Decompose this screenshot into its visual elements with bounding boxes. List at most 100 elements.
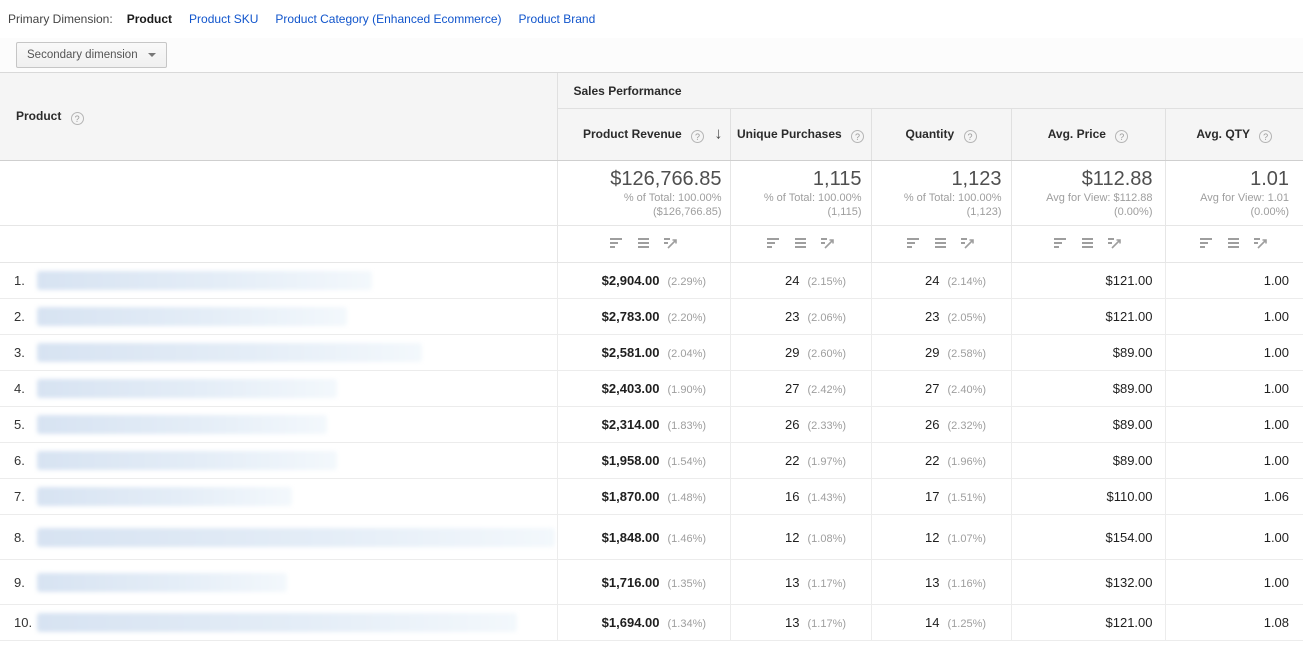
revenue-cell: $2,581.00(2.04%) [557, 335, 730, 371]
unique-purchases-cell: 24(2.15%) [730, 263, 871, 299]
primary-dimension-bar: Primary Dimension: ProductProduct SKUPro… [0, 0, 1303, 38]
primary-dimension-option-1[interactable]: Product SKU [189, 12, 258, 26]
redacted-product-name[interactable] [37, 613, 517, 632]
product-cell: 9. [0, 560, 557, 605]
total-unique-sub2: (1,115) [731, 205, 862, 219]
total-revenue-value: $126,766.85 [558, 167, 722, 191]
avg-price-cell: $132.00 [1011, 560, 1165, 605]
redacted-product-name[interactable] [37, 343, 422, 362]
avg-price-cell: $121.00 [1011, 299, 1165, 335]
redacted-product-name[interactable] [37, 271, 372, 290]
revenue-cell: $1,848.00(1.46%) [557, 515, 730, 560]
totals-row: $126,766.85 % of Total: 100.00% ($126,76… [0, 161, 1303, 226]
revenue-cell: $2,403.00(1.90%) [557, 371, 730, 407]
help-icon[interactable] [71, 112, 84, 125]
avg-price-cell: $110.00 [1011, 479, 1165, 515]
product-cell: 3. [0, 335, 557, 371]
primary-dimension-option-3[interactable]: Product Brand [519, 12, 596, 26]
redacted-product-name[interactable] [37, 528, 555, 547]
table-row: 2. $2,783.00(2.20%) 23(2.06%) 23(2.05%) … [0, 299, 1303, 335]
table-row: 3. $2,581.00(2.04%) 29(2.60%) 29(2.58%) … [0, 335, 1303, 371]
product-data-table: Product Sales Performance Product Revenu… [0, 72, 1303, 641]
quantity-cell: 22(1.96%) [871, 443, 1011, 479]
pivot-arrow-icon[interactable] [1254, 237, 1268, 249]
redacted-product-name[interactable] [37, 573, 287, 592]
revenue-cell: $1,870.00(1.48%) [557, 479, 730, 515]
column-header-product-revenue[interactable]: Product Revenue [557, 109, 730, 161]
redacted-product-name[interactable] [37, 415, 327, 434]
row-index: 9. [14, 575, 37, 590]
quantity-cell: 12(1.07%) [871, 515, 1011, 560]
avg-qty-cell: 1.00 [1165, 335, 1303, 371]
redacted-product-name[interactable] [37, 307, 347, 326]
redacted-product-name[interactable] [37, 487, 292, 506]
totals-avg-price-cell: $112.88 Avg for View: $112.88 (0.00%) [1011, 161, 1165, 226]
column-header-unique-purchases[interactable]: Unique Purchases [730, 109, 871, 161]
unique-purchases-cell: 22(1.97%) [730, 443, 871, 479]
redacted-product-name[interactable] [37, 451, 337, 470]
primary-dimension-option-0[interactable]: Product [127, 12, 172, 26]
column-header-quantity-label: Quantity [905, 127, 954, 141]
table-row: 5. $2,314.00(1.83%) 26(2.33%) 26(2.32%) … [0, 407, 1303, 443]
column-header-product[interactable]: Product [0, 73, 557, 161]
row-index: 3. [14, 345, 37, 360]
equal-bars-icon[interactable] [1227, 237, 1241, 249]
help-icon[interactable] [1259, 130, 1272, 143]
redacted-product-name[interactable] [37, 379, 337, 398]
help-icon[interactable] [1115, 130, 1128, 143]
help-icon[interactable] [964, 130, 977, 143]
pivot-arrow-icon[interactable] [1108, 237, 1122, 249]
quantity-cell: 24(2.14%) [871, 263, 1011, 299]
column-header-quantity[interactable]: Quantity [871, 109, 1011, 161]
total-avg-qty-sub1: Avg for View: 1.01 [1166, 191, 1290, 205]
unique-purchases-cell: 12(1.08%) [730, 515, 871, 560]
tools-cell-unique-purchases [730, 226, 871, 263]
row-index: 4. [14, 381, 37, 396]
help-icon[interactable] [691, 130, 704, 143]
row-index: 2. [14, 309, 37, 324]
chevron-down-icon [148, 53, 156, 57]
row-index: 6. [14, 453, 37, 468]
sort-descending-arrow-icon[interactable] [715, 125, 723, 143]
total-avg-price-value: $112.88 [1012, 167, 1153, 191]
avg-qty-cell: 1.00 [1165, 515, 1303, 560]
totals-quantity-cell: 1,123 % of Total: 100.00% (1,123) [871, 161, 1011, 226]
row-index: 7. [14, 489, 37, 504]
total-unique-value: 1,115 [731, 167, 862, 191]
total-quantity-value: 1,123 [872, 167, 1002, 191]
sort-descending-bars-icon[interactable] [767, 237, 781, 249]
help-icon[interactable] [851, 130, 864, 143]
total-quantity-sub1: % of Total: 100.00% [872, 191, 1002, 205]
sort-descending-bars-icon[interactable] [610, 237, 624, 249]
product-cell: 1. [0, 263, 557, 299]
secondary-dimension-button[interactable]: Secondary dimension [16, 42, 167, 68]
total-revenue-sub2: ($126,766.85) [558, 205, 722, 219]
equal-bars-icon[interactable] [794, 237, 808, 249]
avg-qty-cell: 1.06 [1165, 479, 1303, 515]
sales-performance-group-header: Sales Performance [557, 73, 1303, 109]
equal-bars-icon[interactable] [637, 237, 651, 249]
sort-descending-bars-icon[interactable] [1054, 237, 1068, 249]
product-performance-report: Primary Dimension: ProductProduct SKUPro… [0, 0, 1303, 641]
quantity-cell: 26(2.32%) [871, 407, 1011, 443]
avg-price-cell: $121.00 [1011, 605, 1165, 641]
sort-descending-bars-icon[interactable] [907, 237, 921, 249]
column-header-avg-qty[interactable]: Avg. QTY [1165, 109, 1303, 161]
sort-descending-bars-icon[interactable] [1200, 237, 1214, 249]
pivot-arrow-icon[interactable] [821, 237, 835, 249]
total-avg-price-sub2: (0.00%) [1012, 205, 1153, 219]
revenue-cell: $1,694.00(1.34%) [557, 605, 730, 641]
revenue-cell: $2,783.00(2.20%) [557, 299, 730, 335]
pivot-arrow-icon[interactable] [961, 237, 975, 249]
primary-dimension-option-2[interactable]: Product Category (Enhanced Ecommerce) [275, 12, 501, 26]
product-cell: 10. [0, 605, 557, 641]
equal-bars-icon[interactable] [1081, 237, 1095, 249]
equal-bars-icon[interactable] [934, 237, 948, 249]
column-header-avg-price[interactable]: Avg. Price [1011, 109, 1165, 161]
pivot-arrow-icon[interactable] [664, 237, 678, 249]
unique-purchases-cell: 26(2.33%) [730, 407, 871, 443]
tools-cell-quantity [871, 226, 1011, 263]
avg-qty-cell: 1.00 [1165, 560, 1303, 605]
total-quantity-sub2: (1,123) [872, 205, 1002, 219]
total-avg-price-sub1: Avg for View: $112.88 [1012, 191, 1153, 205]
